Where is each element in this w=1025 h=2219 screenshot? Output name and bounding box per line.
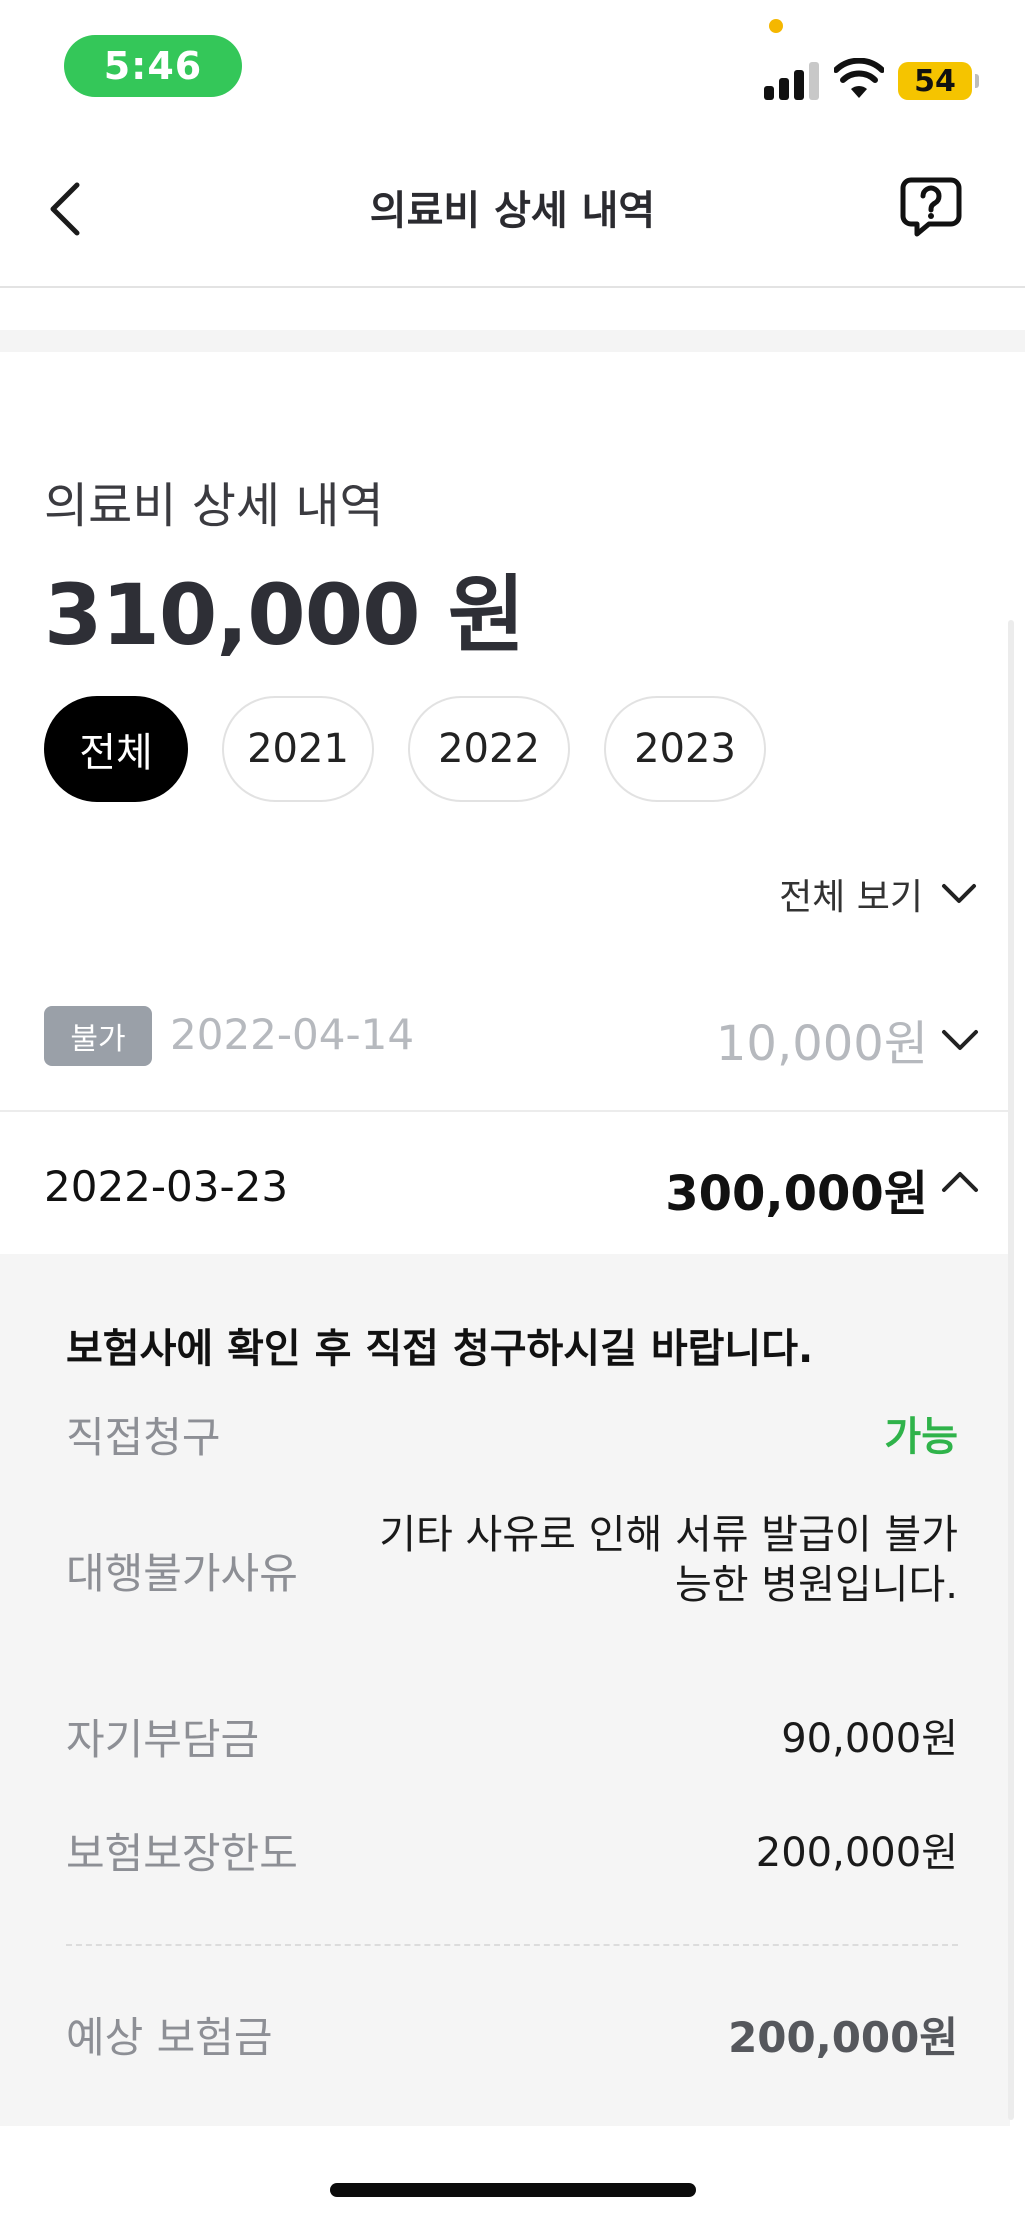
chevron-down-icon [942, 884, 976, 903]
detail-value: 200,000원 [728, 2013, 958, 2062]
summary-label: 의료비 상세 내역 [44, 478, 384, 534]
section-separator [0, 330, 1025, 352]
summary-total: 310,000 원 [44, 566, 525, 664]
detail-label: 자기부담금 [66, 1715, 260, 1764]
detail-value: 90,000원 [781, 1716, 958, 1762]
tab-2022[interactable]: 2022 [408, 696, 570, 802]
detail-row-expected-payout: 예상 보험금 200,000원 [66, 2004, 958, 2064]
detail-label: 대행불가사유 [66, 1549, 298, 1598]
reason-line-2: 능한 병원입니다. [674, 1562, 958, 1608]
record-row[interactable]: 불가 2022-04-14 10,000원 [0, 968, 1010, 1112]
detail-value: 기타 사유로 인해 서류 발급이 불가 능한 병원입니다. [379, 1510, 958, 1610]
detail-row-coverage-limit: 보험보장한도 200,000원 [66, 1820, 958, 1880]
record-date: 2022-03-23 [44, 1162, 289, 1211]
detail-label: 예상 보험금 [66, 2013, 273, 2062]
battery-indicator: 54 [898, 62, 979, 100]
view-all-dropdown[interactable]: 전체 보기 [779, 868, 977, 920]
detail-row-direct-claim: 직접청구 가능 [66, 1404, 958, 1464]
question-bubble-icon [900, 177, 962, 237]
reason-line-1: 기타 사유로 인해 서류 발급이 불가 [379, 1512, 958, 1558]
detail-label: 직접청구 [66, 1413, 221, 1462]
tab-2021[interactable]: 2021 [222, 696, 374, 802]
dashed-divider [66, 1944, 958, 1946]
detail-value: 가능 [884, 1414, 958, 1460]
status-bar: 5:46 54 [0, 0, 1025, 130]
claim-notice: 보험사에 확인 후 직접 청구하시길 바랍니다. [66, 1326, 814, 1372]
page-title: 의료비 상세 내역 [369, 188, 656, 234]
wifi-icon [834, 58, 884, 98]
detail-value: 200,000원 [755, 1830, 958, 1876]
help-button[interactable] [895, 170, 967, 242]
view-all-label: 전체 보기 [779, 877, 923, 918]
record-row[interactable]: 2022-03-23 300,000원 [0, 1112, 1010, 1254]
tab-2023[interactable]: 2023 [604, 696, 766, 802]
year-tabs: 전체 2021 2022 2023 [44, 696, 766, 802]
detail-row-deductible: 자기부담금 90,000원 [66, 1706, 958, 1766]
record-amount: 10,000원 [715, 1016, 928, 1072]
home-indicator[interactable] [330, 2183, 696, 2197]
chevron-up-icon[interactable] [940, 1162, 980, 1202]
detail-label: 보험보장한도 [66, 1829, 298, 1878]
app-header: 의료비 상세 내역 [0, 130, 1025, 288]
chevron-down-icon[interactable] [940, 1020, 980, 1060]
status-badge: 불가 [44, 1006, 152, 1066]
record-detail-panel: 보험사에 확인 후 직접 청구하시길 바랍니다. 직접청구 가능 대행불가사유 … [0, 1254, 1010, 2126]
detail-row-reason: 대행불가사유 기타 사유로 인해 서류 발급이 불가 능한 병원입니다. [66, 1510, 958, 1620]
cellular-signal-icon [764, 60, 820, 100]
scrollbar[interactable] [1008, 620, 1014, 2120]
record-amount: 300,000원 [665, 1166, 928, 1222]
record-date: 2022-04-14 [170, 1010, 415, 1059]
camera-indicator-dot [769, 19, 783, 33]
status-time: 5:46 [64, 35, 242, 97]
tab-all[interactable]: 전체 [44, 696, 188, 802]
